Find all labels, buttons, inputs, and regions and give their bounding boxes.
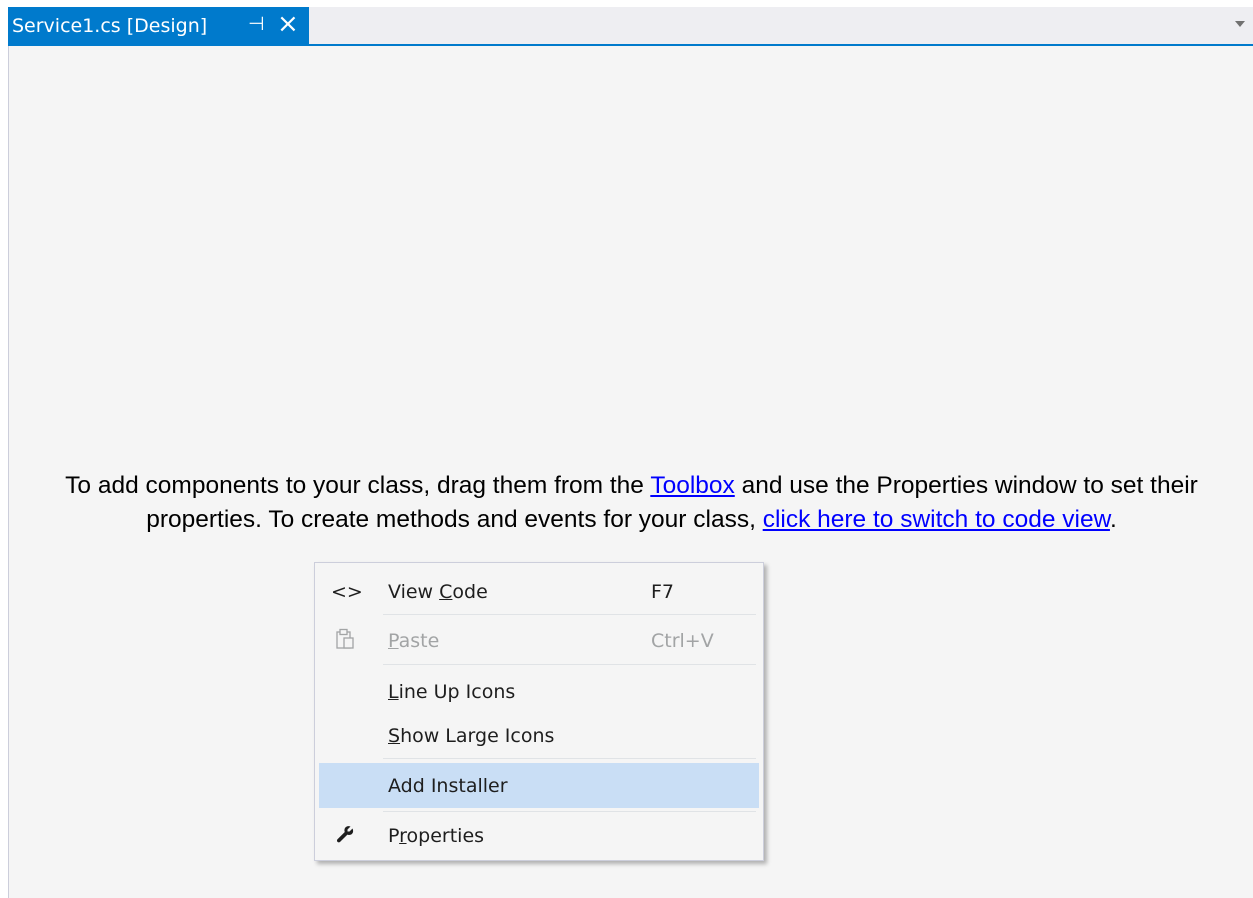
designer-instructions: To add components to your class, drag th… [9,469,1253,537]
instructions-text-3: . [1109,506,1117,533]
pin-icon[interactable]: ⊣ [248,13,265,35]
document-tab-strip: Service1.cs [Design] ⊣ × [8,7,1253,44]
wrench-icon [331,825,359,848]
menu-item-label: Properties [388,825,485,847]
close-icon[interactable]: × [277,9,299,39]
tab-title: Service1.cs [Design] [12,14,208,37]
menu-item-label: Show Large Icons [388,725,555,747]
menu-separator [383,758,756,759]
menu-item-properties[interactable]: Properties [319,815,759,857]
toolbox-link[interactable]: Toolbox [650,472,734,499]
menu-item-label: View Code [388,581,488,603]
menu-item-label: Paste [388,630,440,652]
menu-separator [383,664,756,665]
context-menu: <> View Code F7 Paste Ctrl+V Line Up Ico… [314,562,764,861]
menu-item-label: Line Up Icons [388,681,516,703]
menu-item-shortcut: F7 [651,581,675,603]
menu-item-view-code[interactable]: <> View Code F7 [319,571,759,613]
menu-separator [383,614,756,615]
menu-item-paste[interactable]: Paste Ctrl+V [319,620,759,662]
chevron-down-icon[interactable] [1235,21,1245,27]
menu-item-show-large-icons[interactable]: Show Large Icons [319,715,759,757]
menu-separator [383,811,756,812]
instructions-text-1: To add components to your class, drag th… [65,472,651,499]
menu-item-shortcut: Ctrl+V [651,630,714,652]
switch-to-code-view-link[interactable]: click here to switch to code view [763,506,1110,533]
tab-service1-design[interactable]: Service1.cs [Design] ⊣ × [8,7,309,44]
menu-item-label: Add Installer [388,774,508,797]
paste-icon [331,628,359,655]
code-brackets-icon: <> [331,581,363,603]
menu-item-add-installer[interactable]: Add Installer [319,763,759,808]
menu-item-line-up-icons[interactable]: Line Up Icons [319,671,759,713]
